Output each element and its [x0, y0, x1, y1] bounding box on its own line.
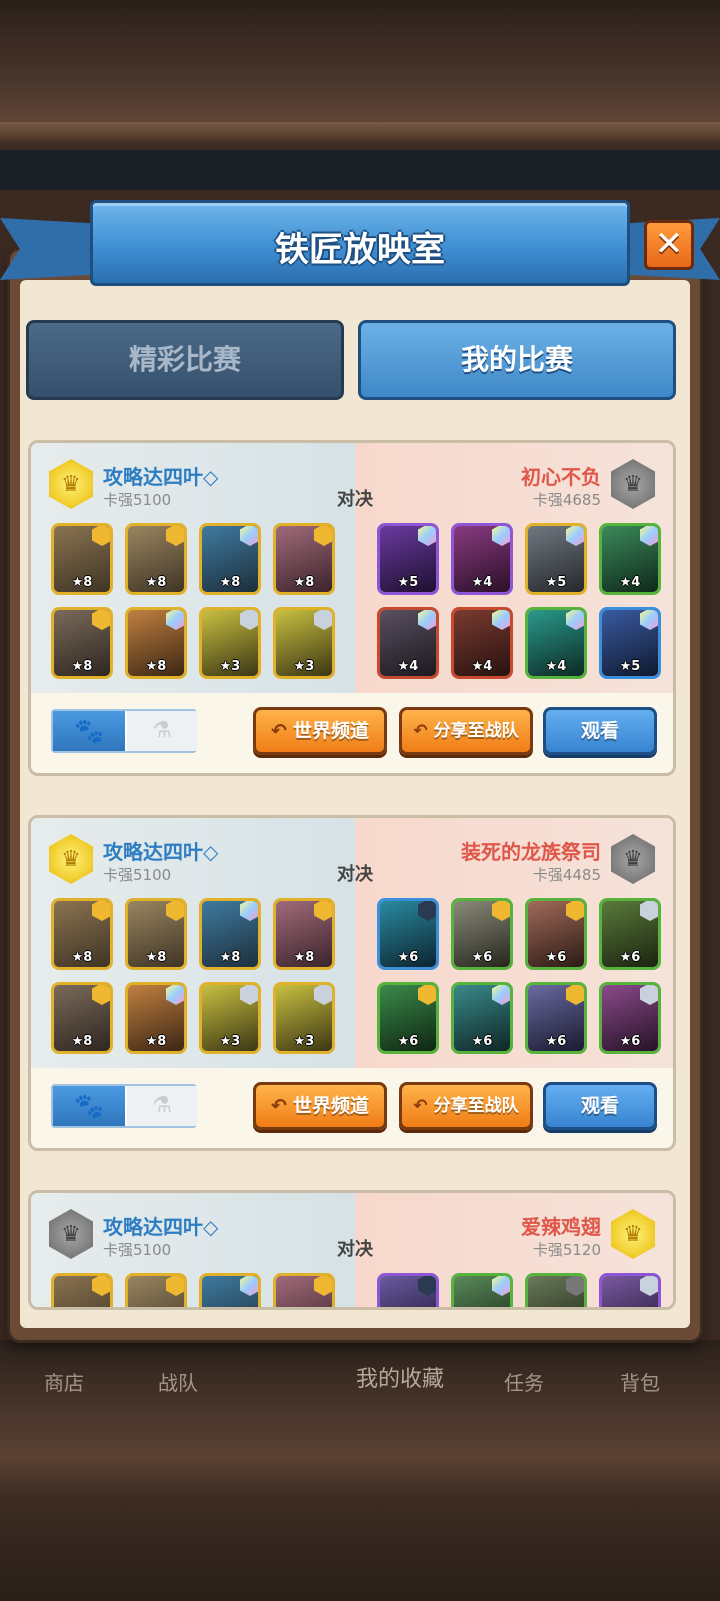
nav-collection[interactable]: 我的收藏 — [356, 1361, 444, 1393]
tab-my-matches[interactable]: 我的比赛 — [358, 320, 676, 400]
unit-card[interactable]: ★8 — [125, 982, 187, 1054]
unit-card[interactable]: ★3 — [273, 982, 335, 1054]
unit-card[interactable] — [51, 1273, 113, 1307]
unit-card[interactable]: ★5 — [377, 523, 439, 595]
unit-card[interactable] — [199, 1273, 261, 1307]
share-arrow-icon: ↶ — [413, 721, 428, 741]
right-player-score: 卡强4485 — [532, 866, 601, 884]
unit-card[interactable] — [377, 1273, 439, 1307]
unit-card[interactable] — [525, 1273, 587, 1307]
unit-card[interactable]: ★6 — [377, 898, 439, 970]
unit-card[interactable]: ★4 — [599, 523, 661, 595]
nav-tasks[interactable]: 任务 — [504, 1367, 544, 1396]
unit-card[interactable]: ★6 — [525, 898, 587, 970]
unit-card[interactable]: ★8 — [51, 607, 113, 679]
replay-mode-toggle[interactable]: 🐾 ⚗ — [51, 709, 197, 753]
unit-card[interactable]: ★4 — [451, 523, 513, 595]
unit-card[interactable]: ★3 — [199, 607, 261, 679]
potion-icon[interactable]: ⚗ — [127, 1086, 197, 1126]
share-arrow-icon: ↶ — [413, 1096, 428, 1116]
match-card-3: ♛ ♛ 攻略达四叶◇ 卡强5100 对决 爱辣鸡翅 卡强5120 — [28, 1190, 676, 1310]
dialog-title: 铁匠放映室 — [275, 230, 445, 270]
unit-card[interactable]: ★6 — [525, 982, 587, 1054]
unit-card[interactable] — [273, 1273, 335, 1307]
bottom-nav: 商店 战队 我的收藏 任务 背包 — [0, 1345, 720, 1415]
right-player-score: 卡强5120 — [532, 1241, 601, 1259]
unit-card[interactable]: ★4 — [525, 607, 587, 679]
unit-card[interactable]: ★4 — [377, 607, 439, 679]
replay-mode-toggle[interactable]: 🐾 ⚗ — [51, 1084, 197, 1128]
nav-team[interactable]: 战队 — [158, 1367, 198, 1396]
unit-card[interactable]: ★8 — [125, 898, 187, 970]
unit-card[interactable]: ★8 — [51, 898, 113, 970]
unit-card[interactable]: ★8 — [125, 607, 187, 679]
unit-card[interactable] — [451, 1273, 513, 1307]
nav-bag[interactable]: 背包 — [620, 1367, 660, 1396]
unit-card[interactable]: ★6 — [451, 898, 513, 970]
unit-card[interactable]: ★8 — [51, 982, 113, 1054]
unit-card[interactable]: ★3 — [273, 607, 335, 679]
unit-card[interactable] — [125, 1273, 187, 1307]
right-player-name: 爱辣鸡翅 — [521, 1215, 601, 1239]
right-player-name: 装死的龙族祭司 — [461, 840, 601, 864]
unit-card[interactable]: ★5 — [599, 607, 661, 679]
share-arrow-icon: ↶ — [271, 720, 287, 742]
unit-card[interactable]: ★4 — [451, 607, 513, 679]
paw-icon[interactable]: 🐾 — [53, 711, 125, 751]
unit-card[interactable]: ★8 — [51, 523, 113, 595]
world-channel-button[interactable]: ↶ 世界频道 — [253, 707, 387, 755]
watch-button[interactable]: 观看 — [543, 1082, 657, 1130]
unit-card[interactable]: ★3 — [199, 982, 261, 1054]
background-top — [0, 0, 720, 150]
unit-card[interactable] — [599, 1273, 661, 1307]
share-team-button[interactable]: ↶ 分享至战队 — [399, 707, 533, 755]
share-team-button[interactable]: ↶ 分享至战队 — [399, 1082, 533, 1130]
unit-card[interactable]: ★8 — [273, 523, 335, 595]
unit-card[interactable]: ★5 — [525, 523, 587, 595]
match-card-2: ♛ ♛ 攻略达四叶◇ 卡强5100 对决 装死的龙族祭司 卡强4485 ★8 ★… — [28, 815, 676, 1151]
unit-card[interactable]: ★6 — [451, 982, 513, 1054]
unit-card[interactable]: ★8 — [125, 523, 187, 595]
unit-card[interactable]: ★6 — [599, 982, 661, 1054]
close-button[interactable]: ✕ — [644, 220, 694, 270]
unit-card[interactable]: ★8 — [199, 523, 261, 595]
tab-featured-matches[interactable]: 精彩比赛 — [26, 320, 344, 400]
right-player-name: 初心不负 — [521, 465, 601, 489]
share-arrow-icon: ↶ — [271, 1095, 287, 1117]
unit-card[interactable]: ★8 — [199, 898, 261, 970]
replay-dialog — [10, 250, 700, 1340]
world-channel-button[interactable]: ↶ 世界频道 — [253, 1082, 387, 1130]
unit-card[interactable]: ★8 — [273, 898, 335, 970]
background-strip — [0, 150, 720, 190]
close-icon: ✕ — [654, 224, 684, 264]
title-banner: 铁匠放映室 — [0, 200, 720, 292]
nav-shop[interactable]: 商店 — [44, 1367, 84, 1396]
unit-card[interactable]: ★6 — [377, 982, 439, 1054]
unit-card[interactable]: ★6 — [599, 898, 661, 970]
watch-button[interactable]: 观看 — [543, 707, 657, 755]
dialog-body — [20, 280, 690, 1328]
paw-icon[interactable]: 🐾 — [53, 1086, 125, 1126]
match-card-1: ♛ ♛ 攻略达四叶◇ 卡强5100 对决 初心不负 卡强4685 ★8 ★8 ★… — [28, 440, 676, 776]
right-player-score: 卡强4685 — [532, 491, 601, 509]
potion-icon[interactable]: ⚗ — [127, 711, 197, 751]
